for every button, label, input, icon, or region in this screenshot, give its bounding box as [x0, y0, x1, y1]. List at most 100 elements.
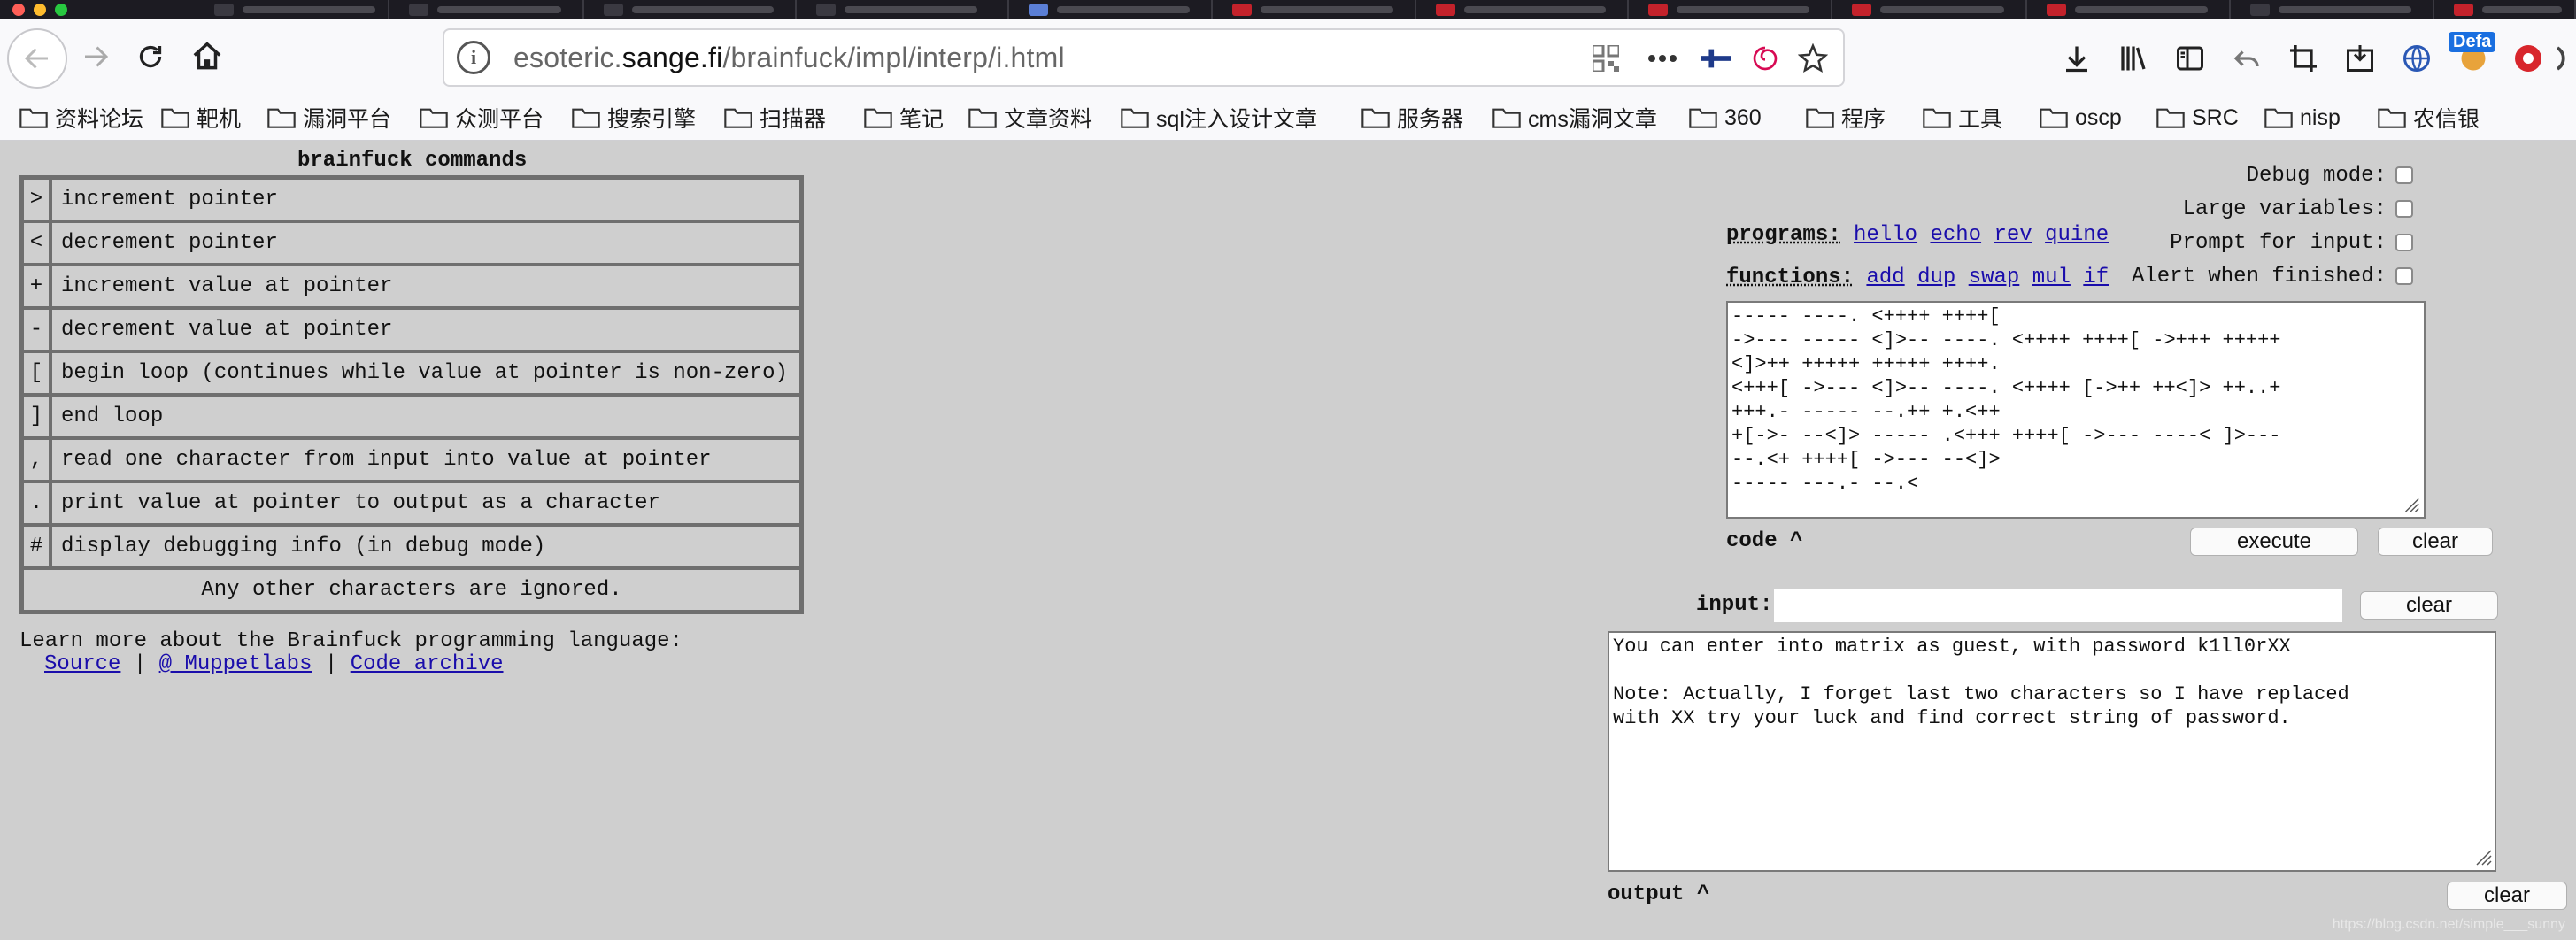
bookmark-folder[interactable]: sql注入设计文章: [1121, 96, 1317, 140]
url-bar[interactable]: i esoteric.sange.fi/brainfuck/impl/inter…: [443, 28, 1845, 87]
browser-tab[interactable]: [1213, 0, 1416, 19]
output-label[interactable]: output ^: [1608, 882, 1709, 906]
finland-flag-icon[interactable]: [1698, 41, 1733, 76]
bookmark-folder[interactable]: 工具: [1923, 96, 2002, 140]
bookmark-folder[interactable]: 靶机: [161, 96, 241, 140]
browser-tab[interactable]: [1629, 0, 1832, 19]
large-variables-checkbox[interactable]: [2395, 200, 2413, 218]
function-link-add[interactable]: add: [1866, 266, 1904, 289]
clear-code-button[interactable]: clear: [2378, 528, 2493, 556]
browser-tab[interactable]: [1832, 0, 2027, 19]
bookmark-folder[interactable]: 程序: [1806, 96, 1886, 140]
browser-tab[interactable]: [1009, 0, 1213, 19]
bookmark-folder[interactable]: 农信银: [2378, 96, 2480, 140]
bookmark-label: 农信银: [2413, 107, 2480, 132]
close-window-icon[interactable]: [12, 4, 25, 16]
info-icon[interactable]: i: [457, 41, 490, 74]
browser-tab[interactable]: [584, 0, 797, 19]
sidebar-icon[interactable]: [2171, 39, 2210, 78]
home-button[interactable]: [181, 30, 234, 83]
folder-icon: [19, 108, 48, 128]
resize-grip-icon[interactable]: [2401, 494, 2420, 513]
back-button[interactable]: [7, 28, 67, 89]
command-row: [begin loop (continues while value at po…: [22, 351, 801, 395]
save-page-icon[interactable]: [2341, 39, 2379, 78]
folder-icon: [1121, 108, 1149, 128]
bookmark-folder[interactable]: 文章资料: [968, 96, 1092, 140]
bookmark-folder[interactable]: cms漏洞文章: [1492, 96, 1657, 140]
execute-button[interactable]: execute: [2190, 528, 2358, 556]
muppetlabs-link[interactable]: @ Muppetlabs: [159, 652, 312, 676]
qr-code-icon[interactable]: [1588, 41, 1623, 76]
overflow-extension-icon[interactable]: [2549, 39, 2576, 78]
clear-output-button[interactable]: clear: [2447, 882, 2567, 910]
folder-icon: [2156, 108, 2185, 128]
function-link-swap[interactable]: swap: [1969, 266, 2020, 289]
browser-tab[interactable]: [389, 0, 584, 19]
arrow-right-icon: [85, 46, 109, 67]
input-field[interactable]: [1773, 588, 2343, 623]
debug-mode-checkbox[interactable]: [2395, 166, 2413, 184]
debian-swirl-icon[interactable]: [1747, 41, 1783, 76]
code-archive-link[interactable]: Code archive: [351, 652, 504, 676]
forward-button[interactable]: [69, 30, 122, 83]
browser-tab[interactable]: [195, 0, 389, 19]
bookmark-folder[interactable]: 服务器: [1361, 96, 1463, 140]
folder-icon: [1689, 108, 1717, 128]
bookmark-folder[interactable]: 笔记: [864, 96, 944, 140]
bookmark-folder[interactable]: 资料论坛: [19, 96, 143, 140]
bookmark-star-icon[interactable]: [1795, 41, 1831, 76]
folder-icon: [2378, 108, 2406, 128]
program-link-quine[interactable]: quine: [2045, 223, 2109, 247]
bookmark-label: 360: [1724, 104, 1762, 130]
crop-icon[interactable]: [2284, 39, 2323, 78]
function-link-dup[interactable]: dup: [1917, 266, 1955, 289]
bookmark-folder[interactable]: 扫描器: [724, 96, 826, 140]
url-text[interactable]: esoteric.sange.fi/brainfuck/impl/interp/…: [513, 42, 1065, 74]
program-link-echo[interactable]: echo: [1930, 223, 1981, 247]
globe-icon[interactable]: [2397, 39, 2436, 78]
bookmark-label: 搜索引擎: [607, 107, 697, 132]
browser-tab[interactable]: [1416, 0, 1629, 19]
browser-tab[interactable]: [2231, 0, 2434, 19]
bookmark-folder[interactable]: 漏洞平台: [267, 96, 391, 140]
minimize-window-icon[interactable]: [34, 4, 46, 16]
command-row: ] end loop: [22, 395, 801, 438]
more-actions-icon[interactable]: [1645, 41, 1680, 76]
prompt-for-input-checkbox[interactable]: [2395, 234, 2413, 251]
source-link[interactable]: Source: [44, 652, 120, 676]
download-icon[interactable]: [2057, 39, 2096, 78]
program-link-hello[interactable]: hello: [1854, 223, 1917, 247]
program-link-rev[interactable]: rev: [1994, 223, 2032, 247]
resize-grip-icon[interactable]: [2472, 845, 2493, 867]
library-icon[interactable]: [2114, 39, 2153, 78]
reload-button[interactable]: [124, 30, 177, 83]
programs-list: programs: hello echo rev quine: [1726, 223, 2109, 247]
command-row: , read one character from input into valu…: [22, 438, 801, 482]
browser-tab[interactable]: [2027, 0, 2231, 19]
zoom-window-icon[interactable]: [55, 4, 67, 16]
undo-icon[interactable]: [2227, 39, 2266, 78]
red-extension-icon[interactable]: [2509, 39, 2548, 78]
browser-tab[interactable]: [2434, 0, 2576, 19]
alert-when-finished-checkbox[interactable]: [2395, 267, 2413, 285]
bookmark-folder[interactable]: oscp: [2040, 96, 2122, 140]
function-link-mul[interactable]: mul: [2032, 266, 2071, 289]
bookmark-folder[interactable]: 众测平台: [420, 96, 544, 140]
tab-favicon-icon: [2250, 4, 2270, 16]
output-textarea[interactable]: You can enter into matrix as guest, with…: [1608, 631, 2496, 872]
folder-icon: [864, 108, 892, 128]
command-symbol: .: [22, 482, 50, 525]
folder-icon: [724, 108, 752, 128]
clear-input-button[interactable]: clear: [2360, 591, 2498, 620]
bookmark-folder[interactable]: 360: [1689, 96, 1762, 140]
bookmark-folder[interactable]: 搜索引擎: [572, 96, 696, 140]
command-description: increment pointer: [50, 178, 801, 221]
bookmark-folder[interactable]: SRC: [2156, 96, 2239, 140]
function-link-if[interactable]: if: [2083, 266, 2109, 289]
bookmark-folder[interactable]: nisp: [2264, 96, 2341, 140]
folder-icon: [2264, 108, 2293, 128]
code-label[interactable]: code ^: [1726, 529, 1802, 553]
browser-tab[interactable]: [797, 0, 1009, 19]
code-textarea[interactable]: ----- ----. <++++ ++++[ ->--- ----- <]>-…: [1726, 301, 2426, 519]
